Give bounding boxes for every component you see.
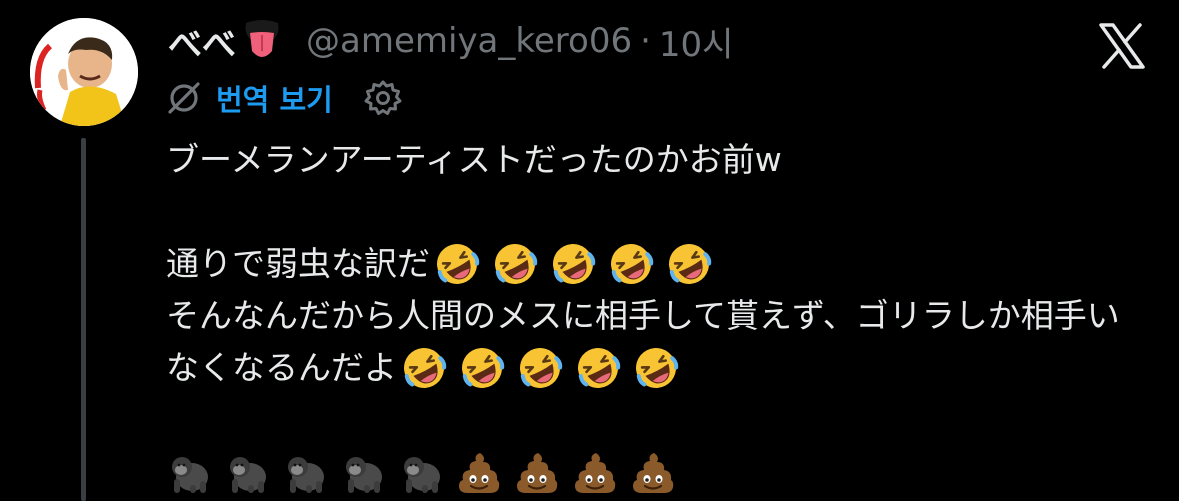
poop-emoji-icon	[572, 449, 618, 495]
gorilla-emoji-icon	[282, 449, 328, 495]
avatar[interactable]	[30, 18, 138, 126]
rofl-emoji-icon	[517, 345, 563, 391]
rofl-emoji-icon	[666, 241, 712, 287]
rofl-emoji-icon	[550, 241, 596, 287]
translate-disabled-icon	[166, 80, 202, 116]
tweet-line: そんなんだから人間のメスに相手して貰えず、ゴリラしか相手い	[166, 290, 1166, 342]
tongue-emoji-icon	[240, 19, 284, 63]
rofl-emoji-icon	[434, 241, 480, 287]
tweet-line: ブーメランアーティストだったのかお前w	[166, 134, 1166, 186]
tweet-line: 通りで弱虫な訳だ	[166, 238, 1166, 290]
timestamp[interactable]: 10시	[659, 17, 734, 66]
show-translation-link[interactable]: 번역 보기	[216, 77, 333, 119]
thread-line	[81, 138, 86, 501]
tweet-text: ブーメランアーティストだったのかお前w 通りで弱虫な訳だそんなんだから人間のメスに…	[166, 134, 1166, 498]
tweet-line-text: ブーメランアーティストだったのかお前w	[166, 140, 782, 179]
tweet-line: なくなるんだよ	[166, 342, 1166, 394]
translate-row: 번역 보기	[166, 76, 403, 120]
gorilla-emoji-icon	[340, 449, 386, 495]
gorilla-emoji-icon	[224, 449, 270, 495]
rofl-emoji-icon	[575, 345, 621, 391]
rofl-emoji-icon	[608, 241, 654, 287]
gorilla-emoji-icon	[398, 449, 444, 495]
poop-emoji-icon	[630, 449, 676, 495]
poop-emoji-icon	[514, 449, 560, 495]
rofl-emoji-icon	[459, 345, 505, 391]
tweet-line-text: そんなんだから人間のメスに相手して貰えず、ゴリラしか相手い	[166, 296, 1120, 335]
gear-icon[interactable]	[363, 78, 403, 118]
tweet-line	[166, 394, 1166, 446]
user-handle[interactable]: @amemiya_kero06	[306, 21, 632, 61]
rofl-emoji-icon	[633, 345, 679, 391]
tweet-header: べべ @amemiya_kero06 · 10시	[168, 14, 733, 68]
header-separator: ·	[640, 21, 651, 61]
tweet-line	[166, 446, 1166, 498]
gorilla-emoji-icon	[166, 449, 212, 495]
display-name[interactable]: べべ	[168, 17, 236, 66]
tweet-line-text: 通りで弱虫な訳だ	[166, 244, 430, 283]
tweet-line-text: なくなるんだよ	[166, 348, 397, 387]
poop-emoji-icon	[456, 449, 502, 495]
x-logo-icon[interactable]	[1098, 22, 1146, 70]
tweet-line	[166, 186, 1166, 238]
rofl-emoji-icon	[492, 241, 538, 287]
rofl-emoji-icon	[401, 345, 447, 391]
